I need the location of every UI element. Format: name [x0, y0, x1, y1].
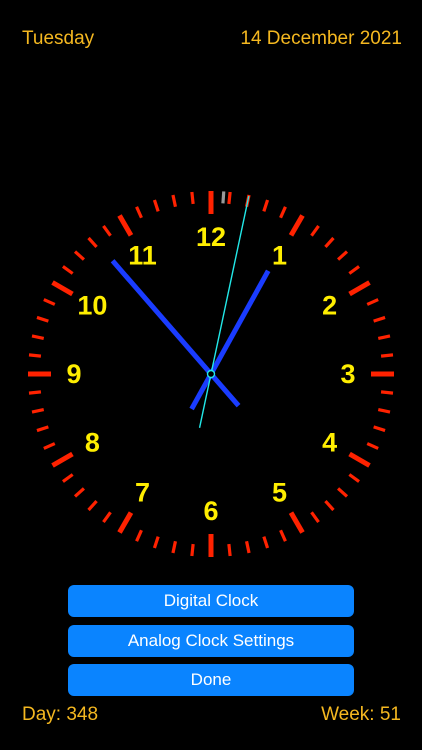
- numeral-1: 1: [272, 240, 287, 270]
- minute-tick: [171, 540, 178, 554]
- minute-tick: [227, 191, 232, 205]
- minute-tick: [279, 206, 287, 219]
- numeral-3: 3: [340, 359, 355, 389]
- analog-clock-settings-button[interactable]: Analog Clock Settings: [68, 625, 354, 657]
- day-of-year-label: Day: 348: [22, 704, 99, 725]
- done-button[interactable]: Done: [68, 664, 354, 696]
- numeral-7: 7: [135, 478, 150, 508]
- minute-tick: [324, 236, 335, 248]
- minute-tick: [337, 250, 349, 261]
- minute-tick: [135, 529, 143, 542]
- minute-tick: [152, 536, 160, 549]
- numeral-5: 5: [272, 478, 287, 508]
- numeral-11: 11: [128, 240, 157, 270]
- numeral-4: 4: [322, 428, 337, 458]
- minute-tick: [377, 407, 391, 414]
- minute-tick: [36, 425, 49, 433]
- hour-tick: [288, 511, 305, 534]
- minute-tick: [102, 511, 112, 523]
- digital-clock-button[interactable]: Digital Clock: [68, 585, 354, 617]
- minute-tick: [244, 540, 251, 554]
- minute-tick: [73, 250, 85, 261]
- hour-tick: [117, 214, 134, 237]
- hour-tick: [348, 451, 371, 468]
- minute-tick: [171, 194, 178, 208]
- hour-tick: [288, 214, 305, 237]
- minute-tick: [262, 199, 270, 212]
- minute-tick: [62, 265, 74, 275]
- minute-tick: [262, 536, 270, 549]
- minute-tick: [310, 511, 320, 523]
- clock-hands: [110, 195, 271, 428]
- minute-tick: [227, 543, 232, 557]
- minute-tick: [28, 353, 42, 358]
- minute-tick: [348, 473, 360, 483]
- minute-tick: [135, 206, 143, 219]
- hour-hand: [189, 269, 271, 411]
- minute-tick: [373, 315, 386, 323]
- minute-tick: [380, 353, 394, 358]
- minute-tick: [62, 473, 74, 483]
- minute-tick: [43, 298, 56, 306]
- minute-tick: [324, 500, 335, 512]
- minute-tick: [377, 334, 391, 341]
- minute-tick: [102, 225, 112, 237]
- numeral-2: 2: [322, 291, 337, 321]
- minute-tick: [380, 390, 394, 395]
- numeral-6: 6: [203, 496, 218, 526]
- center-cap: [206, 369, 216, 379]
- minute-tick: [152, 199, 160, 212]
- minute-tick: [31, 334, 45, 341]
- numeral-10: 10: [77, 291, 107, 321]
- minute-tick: [279, 529, 287, 542]
- minute-tick: [28, 390, 42, 395]
- minute-tick: [337, 487, 349, 498]
- minute-tick: [31, 407, 45, 414]
- minute-tick: [36, 315, 49, 323]
- minute-tick: [43, 442, 56, 450]
- minute-tick: [348, 265, 360, 275]
- minute-tick: [373, 425, 386, 433]
- minute-tick: [310, 225, 320, 237]
- hour-tick: [348, 280, 371, 297]
- hour-tick: [51, 280, 74, 297]
- minute-tick: [366, 298, 379, 306]
- numeral-8: 8: [85, 428, 100, 458]
- minute-tick: [190, 191, 195, 205]
- hour-tick: [117, 511, 134, 534]
- minute-tick: [87, 236, 98, 248]
- numeral-12: 12: [196, 222, 226, 252]
- week-number-label: Week: 51: [321, 704, 401, 725]
- minute-tick: [87, 500, 98, 512]
- minute-tick: [190, 543, 195, 557]
- minute-tick: [366, 442, 379, 450]
- top-marker: [221, 191, 226, 204]
- minute-tick: [73, 487, 85, 498]
- hour-tick: [51, 451, 74, 468]
- numeral-9: 9: [66, 359, 81, 389]
